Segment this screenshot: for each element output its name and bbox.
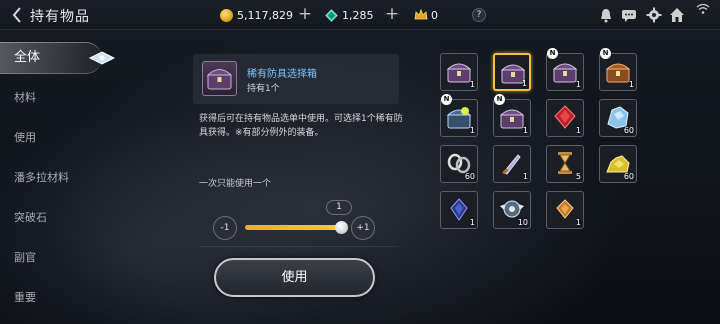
use-button[interactable]: 使用	[214, 258, 375, 297]
new-badge: N	[441, 94, 452, 105]
item-count: 1	[469, 218, 475, 227]
item-count: 1	[575, 126, 581, 135]
item-count: 60	[623, 126, 634, 135]
gold-coin-icon	[220, 8, 233, 22]
home-icon[interactable]	[669, 7, 685, 23]
divider	[199, 246, 399, 247]
item-count: 1	[469, 80, 475, 89]
item-owned-count: 持有1个	[247, 84, 280, 94]
sidebar-item-label: 重要	[14, 291, 36, 304]
inventory-grid: 1 1 1 N 1 N 1 N 1 N 1 60 60 1 5 60 1 10 1	[440, 48, 640, 243]
inventory-slot[interactable]: 1	[546, 191, 584, 229]
item-count: 60	[464, 172, 475, 181]
slider-fill	[245, 225, 341, 230]
inventory-slot[interactable]: 5	[546, 145, 584, 183]
amber-gem-icon	[556, 199, 574, 219]
sidebar-item-important[interactable]: 重要	[0, 278, 110, 318]
chevron-left-icon	[12, 7, 21, 23]
gem-counter: 1,285	[325, 7, 374, 23]
use-limit-note: 一次只能使用一个	[199, 179, 272, 189]
top-bar: 持有物品 5,117,829 + 1,285 + 0 ?	[0, 0, 720, 30]
chest-purple-icon	[202, 61, 237, 96]
chest-orange-icon	[605, 63, 631, 83]
chest-purple-icon	[446, 63, 472, 83]
item-count: 1	[575, 80, 581, 89]
add-gold-button[interactable]: +	[297, 6, 313, 23]
item-count: 10	[517, 218, 528, 227]
chest-purple-icon	[552, 63, 578, 83]
sidebar-item-label: 材料	[14, 91, 36, 104]
inventory-slot[interactable]: 1	[493, 145, 531, 183]
item-name: 稀有防具选择箱	[247, 69, 317, 80]
help-icon[interactable]: ?	[472, 8, 486, 22]
item-detail-card: 稀有防具选择箱 持有1个	[193, 54, 399, 104]
item-count: 60	[623, 172, 634, 181]
sidebar-item-label: 突破石	[14, 211, 47, 224]
gem-amount: 1,285	[342, 8, 374, 22]
add-gem-button[interactable]: +	[384, 6, 400, 23]
sidebar-item-adjutants[interactable]: 副官	[0, 238, 110, 278]
new-badge: N	[547, 48, 558, 59]
inventory-slot[interactable]: 1	[440, 53, 478, 91]
inventory-slot[interactable]: 60	[599, 99, 637, 137]
crown-counter: 0	[414, 7, 438, 23]
item-description: 获得后可在持有物品选单中使用。可选择1个稀有防具获得。※有部分例外的装备。	[199, 114, 403, 138]
slider-value: 1	[326, 200, 352, 215]
crown-amount: 0	[431, 8, 438, 22]
item-count: 5	[575, 172, 581, 181]
category-sidebar: 全体 材料 使用 潘多拉材料 突破石 副官 重要	[0, 40, 116, 318]
sidebar-item-materials[interactable]: 材料	[0, 78, 110, 118]
wifi-icon	[696, 3, 710, 14]
sidebar-item-all[interactable]: 全体	[0, 42, 116, 74]
new-badge: N	[600, 48, 611, 59]
inventory-slot[interactable]: 10	[493, 191, 531, 229]
gem-icon	[325, 8, 338, 22]
sidebar-item-label: 全体	[14, 50, 41, 65]
page-title: 持有物品	[30, 9, 90, 25]
gold-amount: 5,117,829	[237, 8, 293, 22]
sidebar-item-breakthrough-stones[interactable]: 突破石	[0, 198, 110, 238]
inventory-slot[interactable]: 1	[440, 191, 478, 229]
gold-counter: 5,117,829	[220, 7, 293, 23]
item-count: 1	[521, 79, 527, 88]
inventory-slot[interactable]: 1	[546, 99, 584, 137]
crown-icon	[414, 9, 428, 20]
inventory-slot[interactable]: 1	[493, 53, 531, 91]
chest-purple-icon	[499, 109, 525, 129]
item-count: 1	[469, 126, 475, 135]
inventory-slot[interactable]: 60	[440, 145, 478, 183]
sidebar-item-label: 潘多拉材料	[14, 171, 69, 184]
increment-button[interactable]: +1	[351, 216, 375, 240]
back-button[interactable]	[9, 6, 25, 24]
blue-gem-icon	[450, 198, 468, 221]
item-count: 1	[575, 218, 581, 227]
decrement-button[interactable]: -1	[213, 216, 237, 240]
bell-icon[interactable]	[598, 7, 614, 23]
sidebar-item-label: 副官	[14, 251, 36, 264]
hourglass-icon	[558, 152, 572, 174]
item-count: 1	[522, 126, 528, 135]
slider-handle[interactable]	[335, 221, 348, 234]
sidebar-item-usable[interactable]: 使用	[0, 118, 110, 158]
item-count: 1	[628, 80, 634, 89]
quantity-slider[interactable]	[245, 225, 341, 230]
sidebar-item-label: 使用	[14, 131, 36, 144]
new-badge: N	[494, 94, 505, 105]
red-crystal-icon	[554, 105, 576, 129]
chest-blue-icon	[446, 107, 472, 129]
item-count: 1	[522, 172, 528, 181]
selection-arrow-icon	[88, 51, 116, 65]
dagger-icon	[502, 154, 521, 175]
sidebar-item-pandora-materials[interactable]: 潘多拉材料	[0, 158, 110, 198]
gear-icon[interactable]	[646, 7, 662, 23]
chat-icon[interactable]	[621, 7, 637, 23]
inventory-slot[interactable]: 60	[599, 145, 637, 183]
